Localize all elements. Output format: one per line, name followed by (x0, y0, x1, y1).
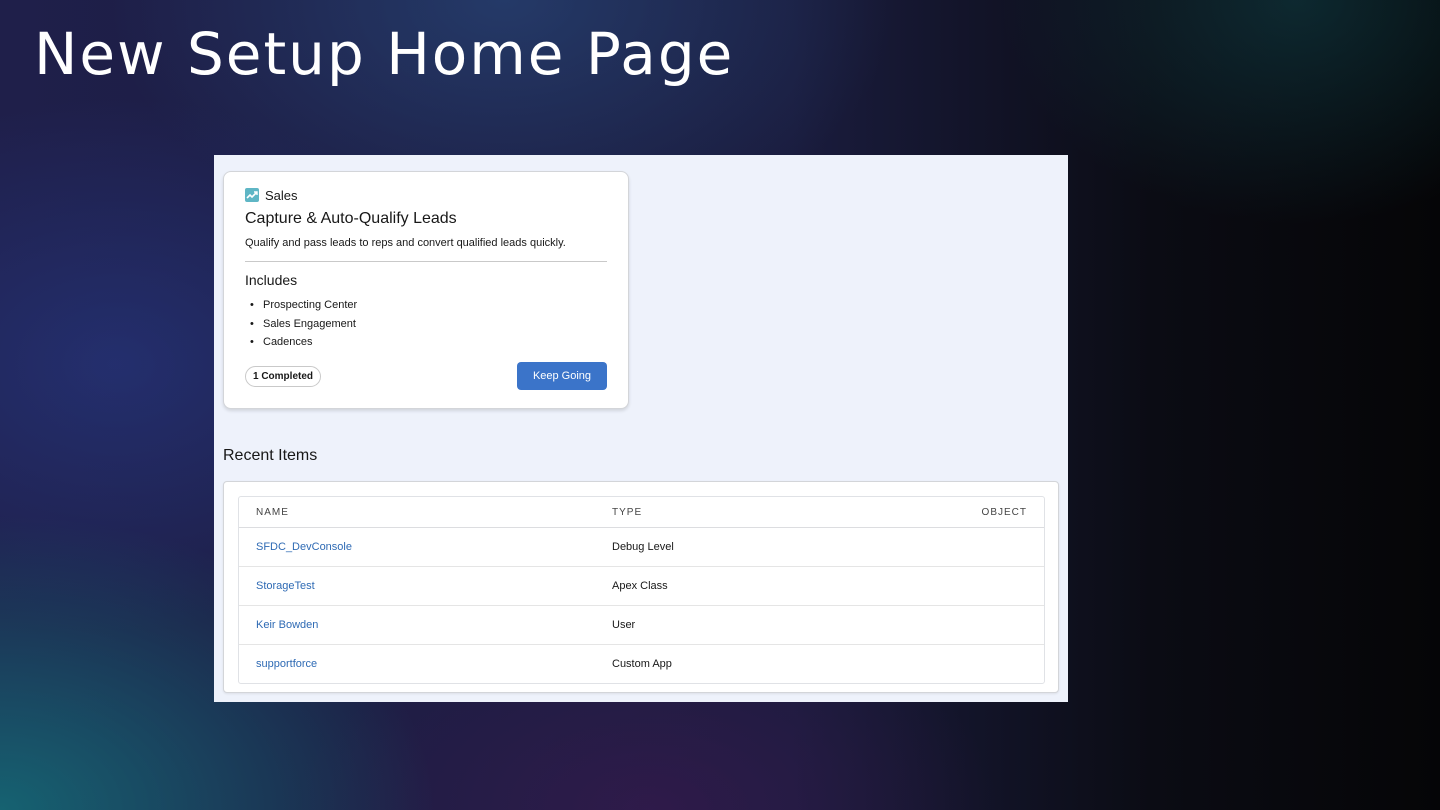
card-title: Capture & Auto-Qualify Leads (245, 210, 457, 227)
table-row: Keir Bowden User (239, 606, 1044, 645)
item-name-link[interactable]: supportforce (256, 658, 317, 670)
slide-title: New Setup Home Page (34, 20, 735, 88)
recent-items-heading: Recent Items (223, 447, 318, 464)
item-type: Debug Level (612, 541, 674, 553)
table-row: SFDC_DevConsole Debug Level (239, 528, 1044, 567)
item-type: Custom App (612, 658, 672, 670)
chart-trend-icon (245, 188, 259, 202)
includes-list: Prospecting Center Sales Engagement Cade… (245, 296, 607, 352)
table-row: supportforce Custom App (239, 645, 1044, 683)
keep-going-button[interactable]: Keep Going (517, 362, 607, 390)
column-header-object[interactable]: OBJECT (982, 507, 1027, 518)
recent-items-panel: NAME TYPE OBJECT SFDC_DevConsole Debug L… (223, 481, 1059, 693)
card-footer: 1 Completed Keep Going (245, 362, 607, 390)
completed-badge: 1 Completed (245, 365, 322, 387)
column-header-name[interactable]: NAME (256, 507, 289, 518)
table-header: NAME TYPE OBJECT (239, 497, 1044, 528)
item-type: User (612, 619, 636, 631)
item-name-link[interactable]: SFDC_DevConsole (256, 541, 352, 553)
item-type: Apex Class (612, 580, 668, 592)
table-row: StorageTest Apex Class (239, 567, 1044, 606)
item-name-link[interactable]: StorageTest (256, 580, 315, 592)
card-divider (245, 261, 607, 262)
setup-home-screenshot: Sales Capture & Auto-Qualify Leads Quali… (214, 155, 1068, 702)
includes-item: Prospecting Center (245, 296, 607, 315)
card-category: Sales (245, 186, 607, 204)
category-label: Sales (265, 187, 298, 203)
recent-items-table: NAME TYPE OBJECT SFDC_DevConsole Debug L… (238, 496, 1045, 684)
column-header-type[interactable]: TYPE (612, 507, 642, 518)
includes-item: Cadences (245, 333, 607, 352)
item-name-link[interactable]: Keir Bowden (256, 619, 318, 631)
card-description: Qualify and pass leads to reps and conve… (245, 237, 566, 249)
includes-heading: Includes (245, 272, 298, 288)
includes-item: Sales Engagement (245, 315, 607, 334)
guidance-card: Sales Capture & Auto-Qualify Leads Quali… (223, 171, 629, 409)
